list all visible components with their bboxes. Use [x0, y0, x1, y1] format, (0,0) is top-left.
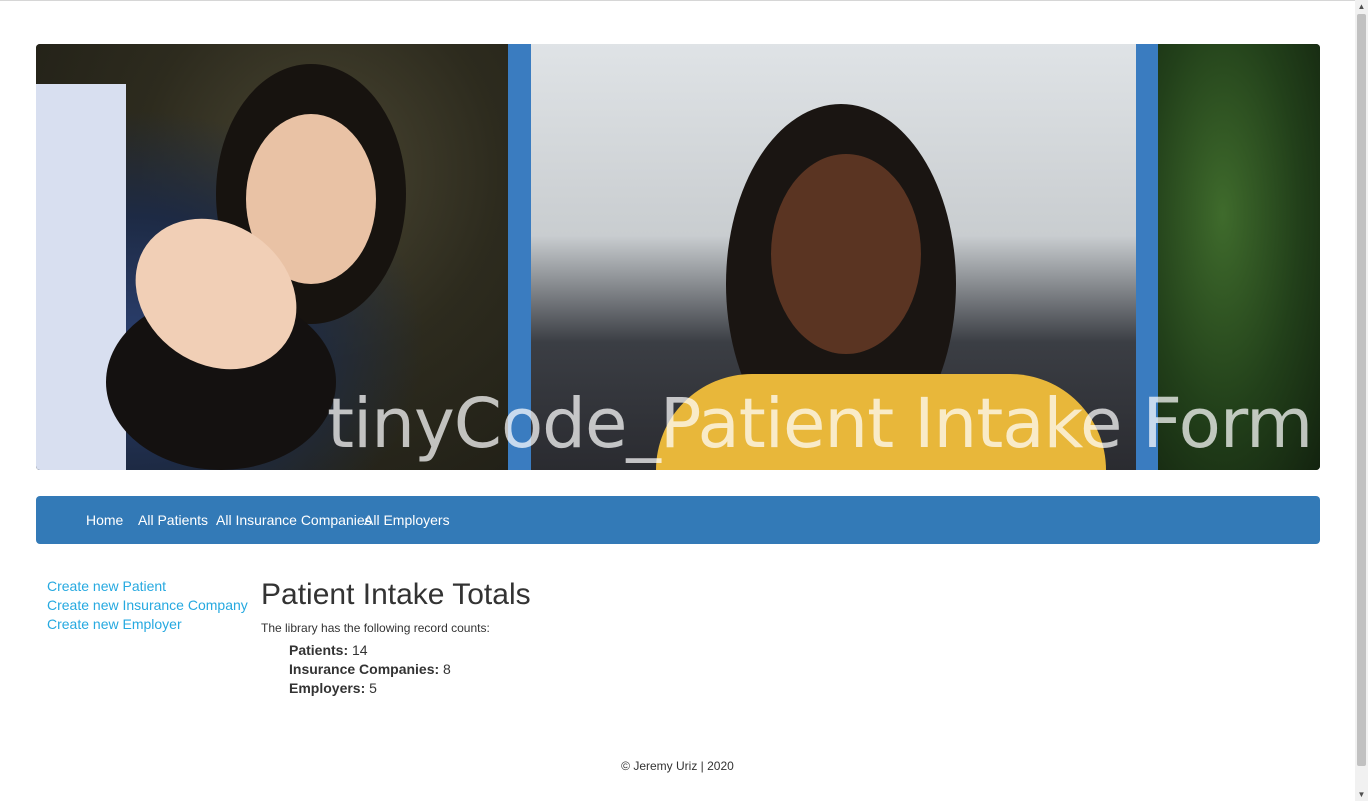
- stat-value: 5: [369, 680, 377, 696]
- footer-copyright: © Jeremy Uriz | 2020: [621, 759, 734, 773]
- create-new-employer-link[interactable]: Create new Employer: [47, 615, 182, 634]
- stat-patients: Patients: 14: [289, 641, 368, 660]
- stat-value: 8: [443, 661, 451, 677]
- chevron-down-icon[interactable]: ▼: [1355, 788, 1368, 801]
- nav-all-patients[interactable]: All Patients: [138, 496, 208, 544]
- create-new-patient-link[interactable]: Create new Patient: [47, 577, 166, 596]
- stat-label: Employers:: [289, 680, 366, 696]
- nav-all-insurance-companies[interactable]: All Insurance Companies: [216, 496, 372, 544]
- stat-value: 14: [352, 642, 368, 658]
- stat-insurance-companies: Insurance Companies: 8: [289, 660, 451, 679]
- scrollbar-thumb[interactable]: [1357, 14, 1366, 766]
- main-navbar: Home All Patients All Insurance Companie…: [36, 496, 1320, 544]
- stat-label: Insurance Companies:: [289, 661, 440, 677]
- nav-all-employers[interactable]: All Employers: [364, 496, 450, 544]
- banner-title: tinyCode_Patient Intake Form: [327, 384, 1313, 464]
- stat-employers: Employers: 5: [289, 679, 377, 698]
- header-banner: tinyCode_Patient Intake Form: [36, 44, 1320, 470]
- nav-home[interactable]: Home: [86, 496, 123, 544]
- top-border: [0, 0, 1355, 1]
- chevron-up-icon[interactable]: ▲: [1355, 0, 1368, 13]
- stat-label: Patients:: [289, 642, 349, 658]
- intro-text: The library has the following record cou…: [261, 621, 490, 635]
- banner-photo-detail: [771, 154, 921, 354]
- create-new-insurance-company-link[interactable]: Create new Insurance Company: [47, 596, 248, 615]
- page-title: Patient Intake Totals: [261, 578, 531, 611]
- vertical-scrollbar[interactable]: ▲ ▼: [1355, 0, 1368, 801]
